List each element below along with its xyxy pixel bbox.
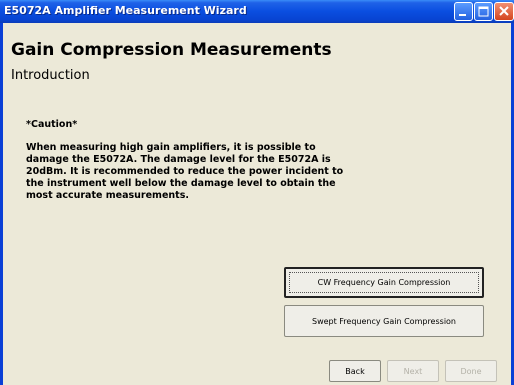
maximize-button[interactable]	[474, 2, 493, 21]
window-title: E5072A Amplifier Measurement Wizard	[4, 4, 247, 17]
minimize-icon	[459, 14, 466, 16]
wizard-content: Gain Compression Measurements Introducti…	[3, 23, 511, 385]
close-icon	[499, 6, 509, 16]
focus-rectangle	[289, 272, 479, 293]
caution-title: *Caution*	[26, 119, 78, 130]
next-button-label: Next	[403, 366, 423, 376]
caution-text: When measuring high gain amplifiers, it …	[26, 142, 344, 201]
swept-button-label: Swept Frequency Gain Compression	[311, 316, 457, 326]
page-title: Gain Compression Measurements	[11, 40, 332, 60]
done-button[interactable]: Done	[445, 360, 497, 382]
swept-frequency-gain-compression-button[interactable]: Swept Frequency Gain Compression	[284, 305, 484, 337]
back-button-label: Back	[345, 366, 365, 376]
back-button[interactable]: Back	[329, 360, 381, 382]
close-button[interactable]	[494, 2, 514, 21]
title-bar[interactable]: E5072A Amplifier Measurement Wizard	[0, 0, 514, 23]
cw-frequency-gain-compression-button[interactable]: CW Frequency Gain Compression	[284, 267, 484, 298]
page-subtitle: Introduction	[11, 68, 90, 83]
done-button-label: Done	[460, 366, 482, 376]
maximize-icon	[478, 6, 489, 17]
wizard-window: E5072A Amplifier Measurement Wizard Gain…	[0, 0, 514, 385]
next-button[interactable]: Next	[387, 360, 439, 382]
minimize-button[interactable]	[454, 2, 473, 21]
